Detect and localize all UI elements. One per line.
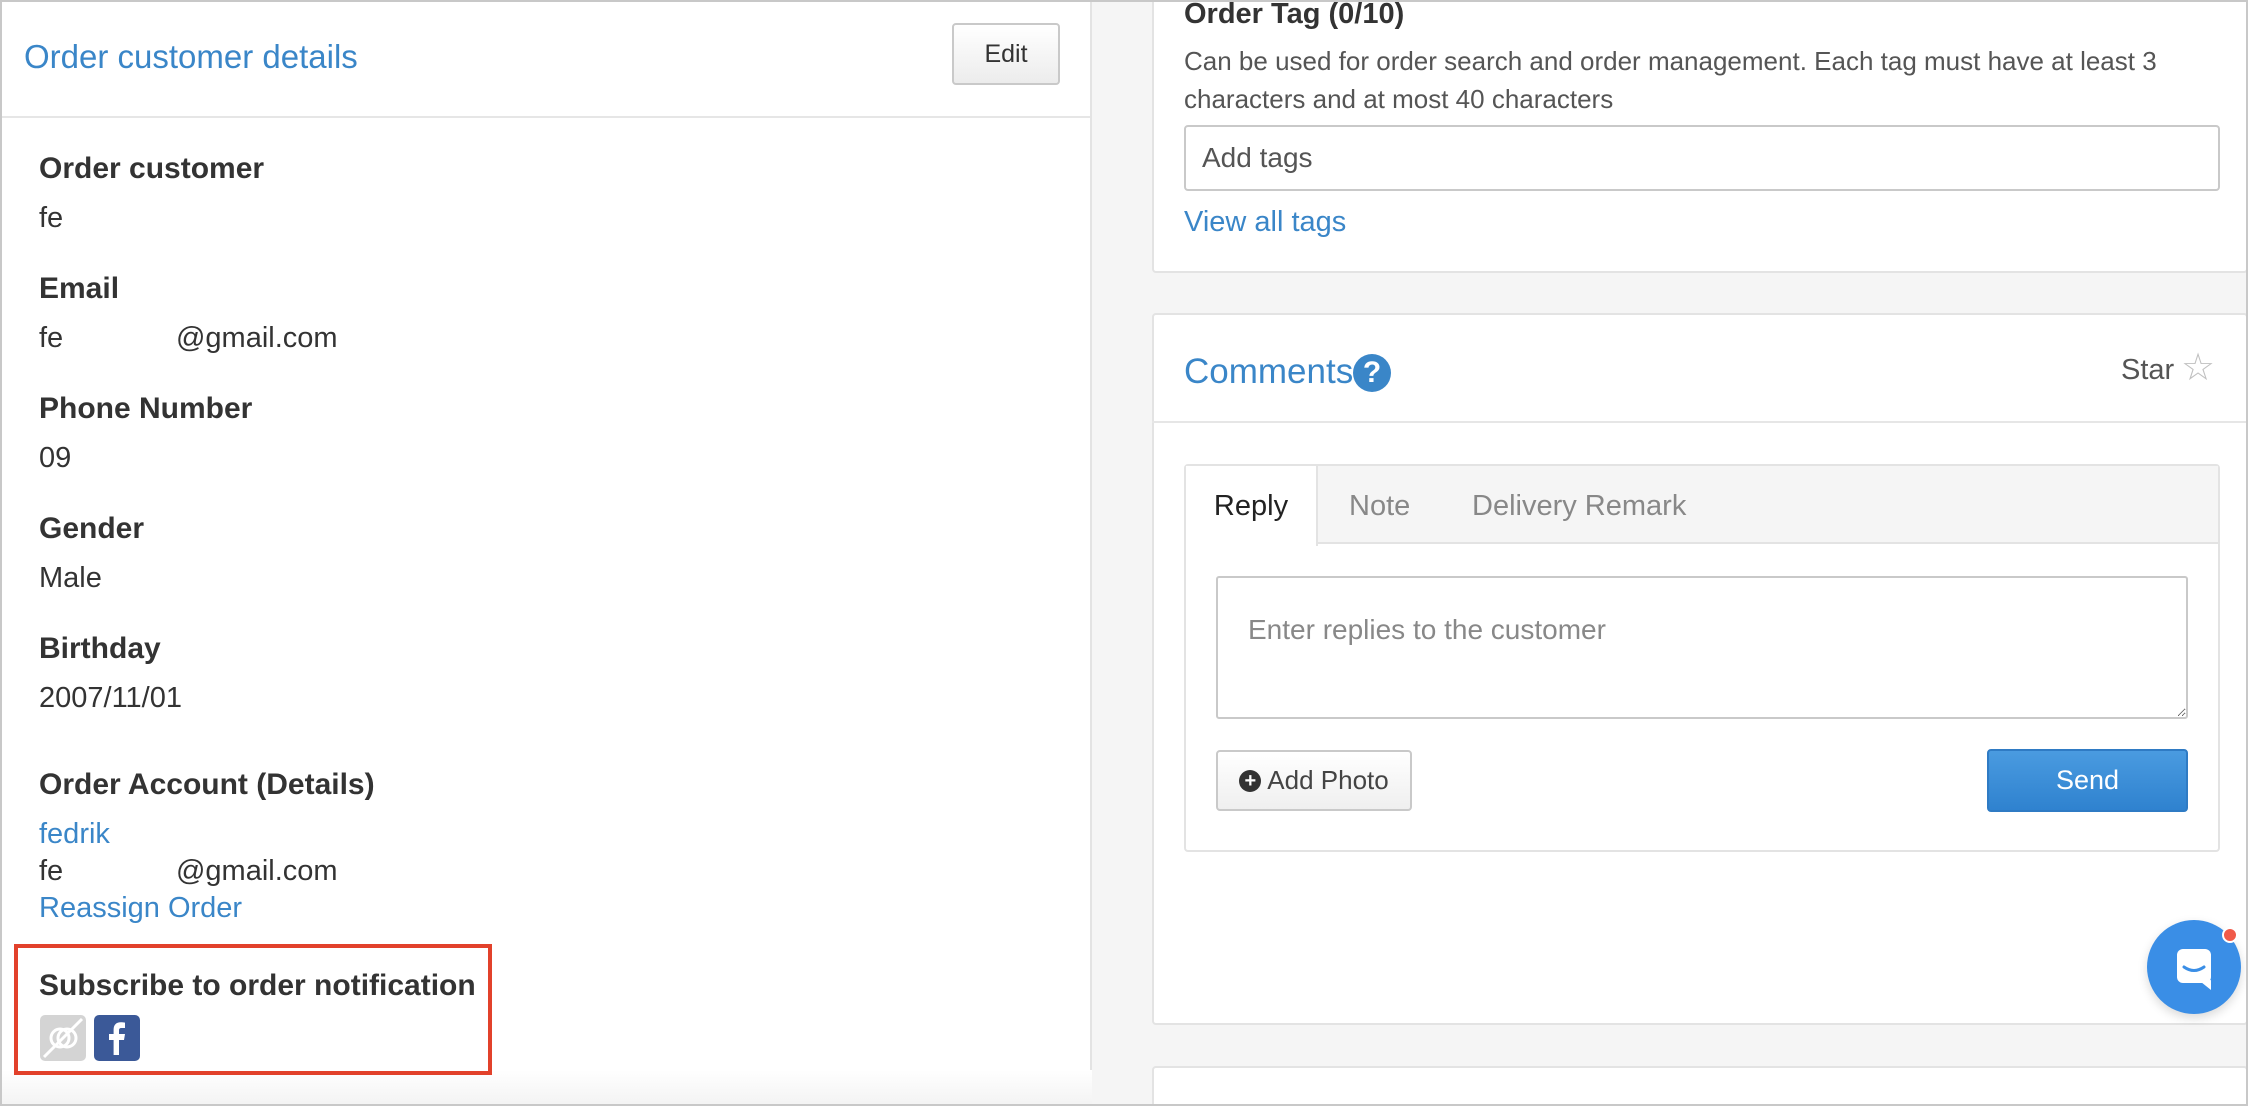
star-icon[interactable]: ☆ xyxy=(2181,349,2215,387)
add-photo-button[interactable]: + Add Photo xyxy=(1216,750,1412,811)
birthday-value: 2007/11/01 xyxy=(39,682,182,714)
help-icon[interactable]: ? xyxy=(1353,354,1391,392)
subscribe-label: Subscribe to order notification xyxy=(39,969,476,1002)
view-all-tags-link[interactable]: View all tags xyxy=(1184,206,1346,239)
email-value: fe @gmail.com xyxy=(39,322,338,354)
email-field: Email fe @gmail.com xyxy=(39,272,338,355)
order-customer-label: Order customer xyxy=(39,152,265,185)
order-tag-description: Can be used for order search and order m… xyxy=(1184,46,2157,114)
add-photo-label: Add Photo xyxy=(1267,765,1389,795)
gender-value: Male xyxy=(39,562,102,594)
customer-details-title: Order customer details xyxy=(24,38,358,75)
birthday-field: Birthday 2007/11/01 xyxy=(39,632,182,715)
phone-field: Phone Number 09 xyxy=(39,392,252,475)
tab-reply[interactable]: Reply xyxy=(1186,466,1318,546)
notification-dot xyxy=(2222,927,2238,943)
phone-label: Phone Number xyxy=(39,392,253,425)
add-tags-input[interactable] xyxy=(1184,125,2220,191)
order-tag-title: Order Tag (0/10) xyxy=(1184,0,1405,30)
edit-button[interactable]: Edit xyxy=(952,23,1060,85)
comments-title: Comments xyxy=(1184,352,1354,391)
plus-circle-icon: + xyxy=(1239,769,1262,792)
birthday-label: Birthday xyxy=(39,632,161,665)
account-email: fe @gmail.com xyxy=(39,855,338,887)
order-account-field: Order Account (Details) fedrik fe @gmail… xyxy=(39,768,375,925)
order-customer-value: fe xyxy=(39,202,64,234)
account-name-link[interactable]: fedrik xyxy=(39,818,375,851)
comment-tab-bar xyxy=(1186,466,2218,544)
gender-field: Gender Male xyxy=(39,512,144,595)
reassign-order-link[interactable]: Reassign Order xyxy=(39,892,375,925)
tab-delivery-remark[interactable]: Delivery Remark xyxy=(1472,466,1686,546)
customer-details-panel: Order customer details Edit Order custom… xyxy=(0,0,1092,1106)
facebook-icon[interactable] xyxy=(94,1015,140,1061)
star-label[interactable]: Star xyxy=(2121,354,2174,387)
order-account-label: Order Account (Details) xyxy=(39,768,375,801)
notification-off-icon[interactable] xyxy=(40,1015,86,1061)
gender-label: Gender xyxy=(39,512,145,545)
tab-note[interactable]: Note xyxy=(1349,466,1410,546)
customer-details-header: Order customer details Edit xyxy=(0,0,1090,118)
phone-value: 09 xyxy=(39,442,72,474)
send-button[interactable]: Send xyxy=(1987,749,2188,812)
next-card xyxy=(1152,1066,2248,1106)
panel-bottom-fade xyxy=(0,1070,1092,1106)
order-customer-field: Order customer fe xyxy=(39,152,264,235)
reply-textarea[interactable] xyxy=(1216,576,2188,719)
email-label: Email xyxy=(39,272,120,305)
